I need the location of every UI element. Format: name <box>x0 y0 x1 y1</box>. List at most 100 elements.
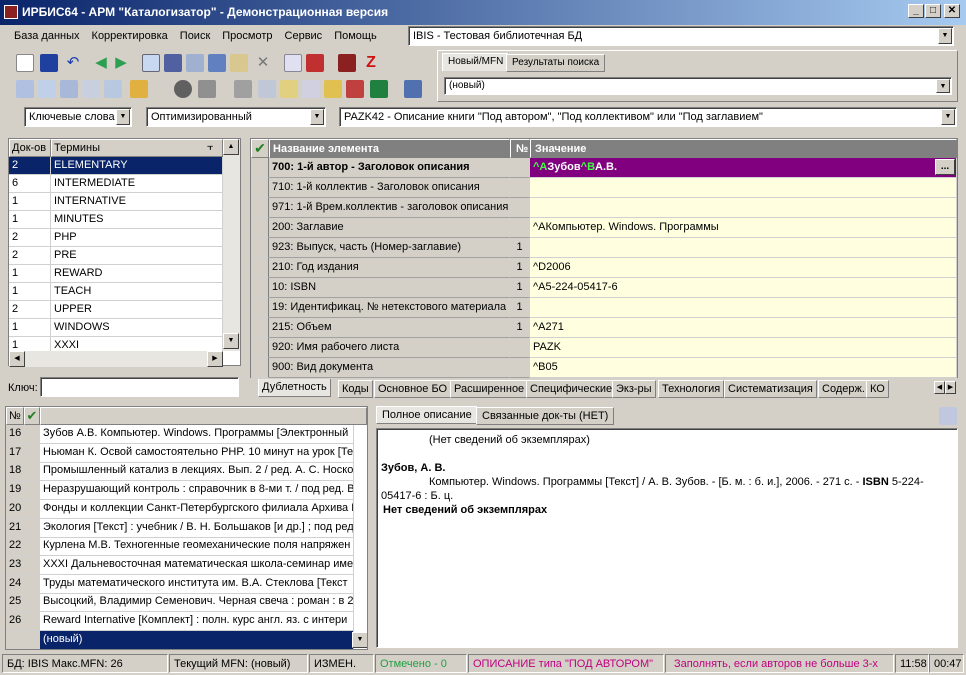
export-icon[interactable] <box>306 54 324 72</box>
tab-linked-documents[interactable]: Связанные док-ты (НЕТ) <box>476 407 615 425</box>
record-row[interactable]: 16 Зубов А.В. Компьютер. Windows. Програм… <box>6 425 367 444</box>
field-row[interactable]: 10: ISBN 1 ^A5-224-05417-6 <box>251 278 957 298</box>
document-icon[interactable] <box>302 80 320 98</box>
dict-row[interactable]: 1 TEACH <box>9 283 223 301</box>
editor-tab[interactable]: КО <box>866 380 889 398</box>
field-row[interactable]: 920: Имя рабочего листа PAZK <box>251 338 957 358</box>
record-mark-cell[interactable] <box>24 574 40 594</box>
search-form-icon[interactable] <box>16 80 34 98</box>
tab-search-results[interactable]: Результаты поиска <box>506 54 606 72</box>
arrow-right-icon[interactable]: ▶ <box>112 54 130 72</box>
hand-icon[interactable] <box>130 80 148 98</box>
edit-icon[interactable] <box>230 54 248 72</box>
menu-view[interactable]: Просмотр <box>216 25 278 47</box>
scroll-right-icon[interactable]: ▶ <box>207 351 223 367</box>
chevron-down-icon[interactable]: ▼ <box>116 109 130 125</box>
editor-tab[interactable]: Коды <box>338 380 373 398</box>
editor-tab[interactable]: Систематизация <box>724 380 817 398</box>
dict-vscrollbar[interactable]: ▲ ▼ <box>223 139 240 351</box>
excel-icon[interactable] <box>370 80 388 98</box>
editor-tab[interactable]: Экз-ры <box>612 380 656 398</box>
dict-row[interactable]: 1 INTERNATIVE <box>9 193 223 211</box>
field-row[interactable]: 923: Выпуск, часть (Номер-заглавие) 1 <box>251 238 957 258</box>
paste-icon[interactable] <box>280 80 298 98</box>
record-row[interactable]: 21 Экология [Текст] : учебник / В. Н. Бол… <box>6 518 367 538</box>
field-value-cell[interactable]: ^A271 <box>530 318 957 338</box>
menu-service[interactable]: Сервис <box>279 25 329 47</box>
minimize-button[interactable]: _ <box>908 4 924 18</box>
editor-header-name[interactable]: Название элемента <box>269 139 510 158</box>
worksheet-select[interactable]: PAZK42 - Описание книги "Под автором", "… <box>339 107 957 127</box>
arrow-left-icon[interactable]: ◀ <box>92 54 110 72</box>
undo-icon[interactable]: ↶ <box>64 54 82 72</box>
comment-edit-icon[interactable] <box>104 80 122 98</box>
close-button[interactable]: ✕ <box>944 4 960 18</box>
field-value-cell[interactable] <box>530 298 957 318</box>
record-row[interactable]: 17 Ньюман К. Освой самостоятельно PHP. 10… <box>6 443 367 463</box>
field-row[interactable]: 710: 1-й коллектив - Заголовок описания <box>251 178 957 198</box>
dict-header-terms[interactable]: Термины <box>51 139 223 157</box>
z-icon[interactable]: Z <box>362 54 380 72</box>
record-row[interactable]: 20 Фонды и коллекции Санкт-Петербургского… <box>6 499 367 519</box>
field-row[interactable]: 200: Заглавие ^AКомпьютер. Windows. Прогр… <box>251 218 957 238</box>
optimization-select[interactable]: Оптимизированный ▼ <box>146 107 326 127</box>
delete-icon[interactable]: ✕ <box>254 54 272 72</box>
dict-row[interactable]: 2 UPPER <box>9 301 223 319</box>
chevron-down-icon[interactable]: ▼ <box>936 79 950 93</box>
field-row[interactable]: 215: Объем 1 ^A271 <box>251 318 957 338</box>
chart-icon[interactable] <box>346 80 364 98</box>
copy-icon[interactable] <box>258 80 276 98</box>
ellipsis-button[interactable]: ... <box>935 159 955 175</box>
dict-header-docs[interactable]: Док-ов <box>9 139 51 157</box>
record-mark-cell[interactable] <box>24 481 40 501</box>
record-mark-cell[interactable] <box>24 443 40 463</box>
refresh-icon[interactable] <box>939 407 957 425</box>
record-row[interactable]: 26 Reward Internative [Комплект] : полн. … <box>6 612 367 631</box>
scroll-up-icon[interactable]: ▲ <box>223 139 239 155</box>
import-icon[interactable] <box>284 54 302 72</box>
field-row[interactable]: 971: 1-й Врем.коллектив - заголовок опис… <box>251 198 957 218</box>
record-row[interactable]: 24 Труды математического института им. В.… <box>6 574 367 594</box>
save-icon[interactable] <box>40 54 58 72</box>
chevron-down-icon[interactable]: ▼ <box>310 109 324 125</box>
menu-database[interactable]: База данных <box>8 25 86 47</box>
tree-icon[interactable] <box>208 54 226 72</box>
dict-row[interactable]: 6 INTERMEDIATE <box>9 175 223 193</box>
scroll-down-icon[interactable]: ▼ <box>223 333 239 349</box>
field-value-cell[interactable]: PAZK <box>530 338 957 358</box>
editor-tab[interactable]: Основное БО <box>374 380 452 398</box>
scroll-left-icon[interactable]: ◀ <box>9 351 25 367</box>
printer-icon[interactable] <box>234 80 252 98</box>
tab-scroll-right-icon[interactable]: ▶ <box>945 381 956 394</box>
maximize-button[interactable]: □ <box>925 4 941 18</box>
field-row[interactable]: 19: Идентификац. № нетекстового материал… <box>251 298 957 318</box>
field-value-cell[interactable] <box>530 178 957 198</box>
check-icon[interactable]: ✔ <box>251 139 269 158</box>
chevron-down-icon[interactable]: ▼ <box>938 28 952 44</box>
editor-header-value[interactable]: Значение <box>530 139 957 158</box>
record-new-row[interactable]: (новый) ▼ <box>6 630 367 649</box>
record-mark-cell[interactable] <box>24 555 40 575</box>
editor-tab[interactable]: Технология <box>658 380 725 398</box>
field-value-cell[interactable]: ^AЗубов^BА.В.... <box>530 158 957 178</box>
editor-header-no[interactable]: № <box>510 139 530 158</box>
editor-tab[interactable]: Специфические <box>526 380 617 398</box>
print-icon[interactable] <box>186 54 204 72</box>
tab-full-description[interactable]: Полное описание <box>376 406 478 424</box>
dict-row[interactable]: 1 WINDOWS <box>9 319 223 337</box>
open-folder-icon[interactable] <box>324 80 342 98</box>
tab-new-mfn[interactable]: Новый/MFN <box>442 53 510 71</box>
record-row[interactable]: 23 XXXI Дальневосточная математическая шк… <box>6 555 367 575</box>
dict-row[interactable]: 1 REWARD <box>9 265 223 283</box>
record-mark-cell[interactable] <box>24 593 40 613</box>
editor-tab[interactable]: Расширенное <box>450 380 529 398</box>
new-document-icon[interactable] <box>16 54 34 72</box>
chevron-down-icon[interactable]: ▼ <box>941 109 955 125</box>
list-icon[interactable] <box>164 54 182 72</box>
view-icon[interactable] <box>174 80 192 98</box>
settings-icon[interactable] <box>404 80 422 98</box>
search-form-2-icon[interactable] <box>38 80 56 98</box>
dict-row[interactable]: 2 ELEMENTARY <box>9 157 223 175</box>
record-row[interactable]: 19 Неразрушающий контроль : справочник в … <box>6 481 367 501</box>
record-select[interactable]: (новый) ▼ <box>444 77 952 95</box>
